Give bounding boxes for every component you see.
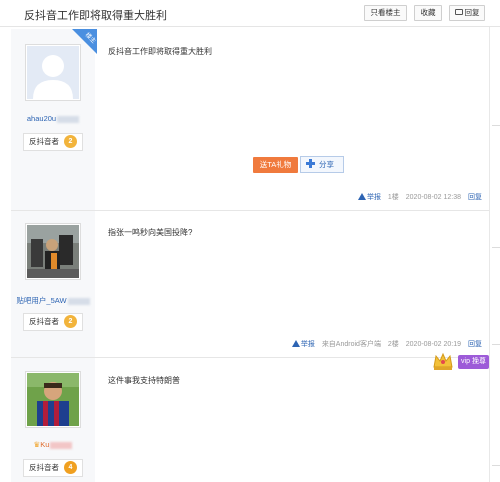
badge-name: 反抖音者: [29, 137, 59, 146]
post-floor-1: ahau20u 反抖音者 2 反抖音工作即将取得重大胜利 举报 1楼 2020-0…: [11, 29, 489, 211]
reply-button-label: 回复: [464, 8, 480, 17]
share-icon: [306, 159, 315, 168]
user-photo-icon: [27, 225, 79, 278]
edge-mark: [492, 247, 500, 248]
report-link[interactable]: 举报: [291, 340, 315, 348]
crown-icon: [433, 352, 453, 370]
blurred-name: [57, 115, 80, 123]
op-corner-tag: 楼主: [72, 29, 97, 54]
post-floor-3: ♛Ku 反抖音者 4 这件事我支持特朗普: [11, 358, 489, 482]
only-op-button[interactable]: 只看楼主: [364, 5, 407, 21]
report-link[interactable]: 举报: [357, 193, 381, 201]
username[interactable]: ahau20u: [11, 114, 95, 123]
member-badge[interactable]: 反抖音者 4: [23, 459, 83, 477]
comment-icon: [454, 9, 463, 15]
blurred-name: [67, 297, 90, 305]
send-gift-button[interactable]: 送TA礼物: [253, 157, 298, 173]
client-source: 来自Android客户端: [321, 341, 381, 348]
favorite-button[interactable]: 收藏: [414, 5, 442, 21]
avatar[interactable]: [25, 223, 81, 280]
post-floor-2: 贴吧用户_5AW 反抖音者 2 指张一鸣秒向美国投降? 举报 来自Android客…: [11, 211, 489, 358]
edge-mark: [492, 125, 500, 126]
avatar[interactable]: [25, 371, 81, 428]
post-content: 反抖音工作即将取得重大胜利: [108, 47, 212, 56]
post-tail: 举报 来自Android客户端 2楼 2020-08-02 20:19 回复: [291, 339, 482, 349]
post-content: 这件事我支持特朗普: [108, 376, 180, 385]
thread-title: 反抖音工作即将取得重大胜利: [24, 10, 167, 22]
level-icon: 4: [64, 461, 77, 474]
badge-name: 反抖音者: [29, 317, 59, 326]
username[interactable]: 贴吧用户_5AW: [11, 295, 95, 306]
post-content: 指张一鸣秒向美国投降?: [108, 228, 193, 237]
member-badge[interactable]: 反抖音者 2: [23, 133, 83, 151]
floor-number: 1楼: [387, 194, 399, 201]
edge-mark: [492, 344, 500, 345]
warning-icon: [357, 193, 366, 200]
username[interactable]: ♛Ku: [11, 440, 95, 449]
post-time: 2020-08-02 20:19: [405, 341, 462, 348]
reply-button[interactable]: 回复: [449, 5, 485, 21]
post-tail: 举报 1楼 2020-08-02 12:38 回复: [357, 192, 482, 202]
warning-icon: [291, 340, 300, 347]
floor-number: 2楼: [387, 341, 399, 348]
share-button[interactable]: 分享: [300, 156, 344, 173]
badge-name: 反抖音者: [29, 463, 59, 472]
thread-header: 反抖音工作即将取得重大胜利 只看楼主 收藏 回复: [0, 0, 500, 27]
level-icon: 2: [64, 315, 77, 328]
blurred-name: [50, 441, 73, 449]
reply-link[interactable]: 回复: [468, 341, 482, 348]
post-time: 2020-08-02 12:38: [405, 194, 462, 201]
member-badge[interactable]: 反抖音者 2: [23, 313, 83, 331]
reply-link[interactable]: 回复: [468, 194, 482, 201]
level-icon: 2: [64, 135, 77, 148]
user-photo-icon: [27, 373, 79, 426]
edge-mark: [492, 465, 500, 466]
vip-support-button[interactable]: vip 挽尊: [458, 355, 489, 369]
right-divider: [489, 27, 490, 482]
